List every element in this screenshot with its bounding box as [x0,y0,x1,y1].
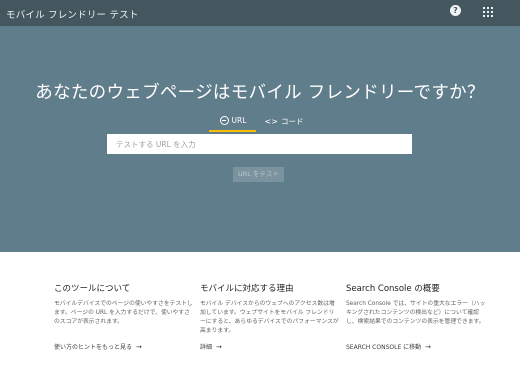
test-url-button[interactable]: URL をテスト [233,167,284,182]
info-column-search-console: Search Console の概要 Search Console では、サイト… [346,282,486,351]
tab-code-label: コード [280,117,304,126]
info-column-about: このツールについて モバイルデバイスでのページの使いやすさをテストします。ページ… [54,282,194,351]
arrow-right-icon: → [136,343,142,351]
info-text: モバイルデバイスでのページの使いやすさをテストします。ページの URL を入力す… [54,301,193,325]
app-title: モバイル フレンドリー テスト [6,10,139,21]
arrow-right-icon: → [425,343,432,351]
info-link-label: 詳細 [200,344,213,351]
page-headline: あなたのウェブページはモバイル フレンドリーですか？ [35,83,485,103]
hero-panel: あなたのウェブページはモバイル フレンドリーですか？ URL <>コード URL… [0,26,520,252]
info-title: モバイルに対応する理由 [200,284,294,294]
info-link-tips[interactable]: 使い方のヒントをもっと見る → [54,342,194,351]
info-link-label: SEARCH CONSOLE に移動 [346,344,422,351]
code-icon: <> [264,117,278,126]
tab-url-label: URL [231,116,247,125]
info-title: Search Console の概要 [346,284,440,294]
info-title: このツールについて [54,284,131,294]
globe-icon [219,116,229,125]
info-text: モバイル デバイスからのウェブへのアクセス数は増加しています。ウェブサイトをモバ… [200,301,339,334]
info-link-label: 使い方のヒントをもっと見る [54,344,133,351]
info-column-why-mobile: モバイルに対応する理由 モバイル デバイスからのウェブへのアクセス数は増加してい… [200,282,340,351]
arrow-right-icon: → [216,343,222,351]
info-text: Search Console では、サイトの重大なエラー（ハッキングされたコンテ… [346,301,486,325]
apps-grid-icon[interactable] [483,7,493,17]
top-app-bar: モバイル フレンドリー テスト ? [0,0,520,26]
url-input[interactable] [107,134,412,154]
tab-code[interactable]: <> コード [262,116,306,132]
info-link-search-console[interactable]: SEARCH CONSOLE に移動 → [346,342,486,351]
help-icon[interactable]: ? [450,5,461,16]
active-tab-indicator [209,130,256,132]
info-link-details[interactable]: 詳細 → [200,342,340,351]
